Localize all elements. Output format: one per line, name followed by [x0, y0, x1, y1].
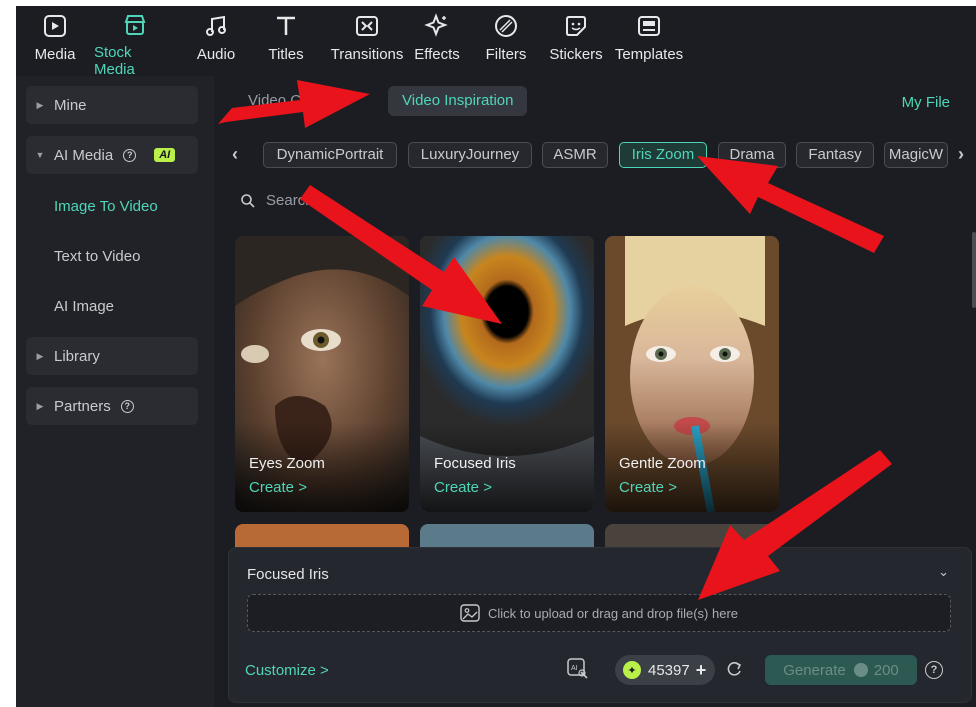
filters-icon	[492, 12, 520, 40]
stock-media-icon	[121, 12, 149, 38]
chevron-left-icon[interactable]: ‹	[232, 144, 238, 165]
toolbar-filters[interactable]: Filters	[484, 12, 528, 72]
scrollbar[interactable]	[972, 232, 976, 308]
toolbar-transitions[interactable]: Transitions	[324, 12, 410, 72]
toolbar-titles[interactable]: Titles	[266, 12, 306, 72]
chevron-down-icon[interactable]: ⌄	[938, 564, 949, 580]
add-credits-icon[interactable]: +	[696, 660, 707, 681]
create-link[interactable]: Create >	[619, 479, 677, 496]
credits-balance[interactable]: ✦ 45397 +	[615, 655, 715, 685]
generate-button[interactable]: Generate 200	[765, 655, 917, 685]
top-toolbar: Media Stock Media Audio Titles Transitio…	[16, 6, 976, 78]
music-note-icon	[202, 12, 230, 40]
search-bar[interactable]: Search	[240, 192, 314, 209]
panel-title: Focused Iris	[247, 566, 329, 583]
sticker-icon	[562, 12, 590, 40]
card-title: Eyes Zoom	[249, 455, 325, 472]
sidebar: ▶ Mine ▼ AI Media ? AI Image To Video Te…	[16, 76, 214, 707]
caret-right-icon: ▶	[36, 400, 44, 411]
sidebar-item-ai-image[interactable]: AI Image	[54, 298, 114, 315]
tab-video-creation[interactable]: Video Creation	[234, 86, 361, 116]
card-title: Gentle Zoom	[619, 455, 706, 472]
media-icon	[41, 12, 69, 40]
templates-icon	[635, 12, 663, 40]
template-card-eyes-zoom[interactable]: Eyes Zoom Create >	[235, 236, 409, 512]
search-icon	[241, 193, 255, 208]
toolbar-stock-media[interactable]: Stock Media	[94, 12, 176, 78]
sidebar-item-image-to-video[interactable]: Image To Video	[54, 198, 158, 215]
credit-coin-icon	[853, 663, 868, 677]
tab-video-inspiration[interactable]: Video Inspiration	[388, 86, 528, 116]
toolbar-effects[interactable]: Effects	[414, 12, 460, 72]
create-link[interactable]: Create >	[249, 479, 307, 496]
image-upload-icon	[460, 604, 480, 622]
ai-badge: AI	[154, 148, 176, 162]
help-icon[interactable]: ?	[925, 661, 943, 679]
text-t-icon	[272, 12, 300, 40]
sidebar-item-mine[interactable]: ▶ Mine	[26, 86, 198, 124]
transitions-icon	[353, 12, 381, 40]
chip-asmr[interactable]: ASMR	[542, 142, 608, 168]
sidebar-item-ai-media[interactable]: ▼ AI Media ? AI	[26, 136, 198, 174]
caret-right-icon: ▶	[36, 350, 44, 361]
ai-prompt-icon[interactable]: AI	[567, 658, 591, 680]
upload-dropzone[interactable]: Click to upload or drag and drop file(s)…	[247, 594, 951, 632]
sidebar-item-text-to-video[interactable]: Text to Video	[54, 248, 140, 265]
caret-down-icon: ▼	[35, 150, 45, 160]
credit-gem-icon: ✦	[623, 661, 641, 679]
chip-iris-zoom[interactable]: Iris Zoom	[619, 142, 707, 168]
search-input[interactable]: Search	[266, 192, 314, 209]
chip-dynamicportrait[interactable]: DynamicPortrait	[263, 142, 397, 168]
help-icon[interactable]: ?	[123, 148, 137, 162]
chip-magicw[interactable]: MagicW	[884, 142, 948, 168]
chip-luxuryjourney[interactable]: LuxuryJourney	[408, 142, 532, 168]
app-window: Media Stock Media Audio Titles Transitio…	[16, 6, 976, 707]
toolbar-stickers[interactable]: Stickers	[548, 12, 604, 72]
chip-fantasy[interactable]: Fantasy	[796, 142, 874, 168]
sidebar-item-library[interactable]: ▶ Library	[26, 337, 198, 375]
customize-link[interactable]: Customize >	[245, 662, 329, 679]
svg-text:AI: AI	[571, 665, 578, 672]
create-link[interactable]: Create >	[434, 479, 492, 496]
category-chips: ‹ DynamicPortrait LuxuryJourney ASMR Iri…	[214, 142, 976, 170]
sidebar-item-partners[interactable]: ▶ Partners ?	[26, 387, 198, 425]
template-card-focused-iris[interactable]: Focused Iris Create >	[420, 236, 594, 512]
chip-drama[interactable]: Drama	[718, 142, 786, 168]
refresh-icon[interactable]	[725, 660, 743, 678]
template-card-gentle-zoom[interactable]: Gentle Zoom Create >	[605, 236, 779, 512]
toolbar-media[interactable]: Media	[34, 12, 76, 72]
caret-right-icon: ▶	[36, 99, 44, 110]
help-icon[interactable]: ?	[120, 399, 134, 413]
toolbar-audio[interactable]: Audio	[194, 12, 238, 72]
toolbar-templates[interactable]: Templates	[614, 12, 684, 72]
chevron-right-icon[interactable]: ›	[958, 144, 964, 165]
generate-panel: Focused Iris ⌄ Click to upload or drag a…	[228, 547, 972, 703]
card-title: Focused Iris	[434, 455, 516, 472]
effects-sparkle-icon	[423, 12, 451, 40]
my-file-link[interactable]: My File	[902, 94, 950, 111]
